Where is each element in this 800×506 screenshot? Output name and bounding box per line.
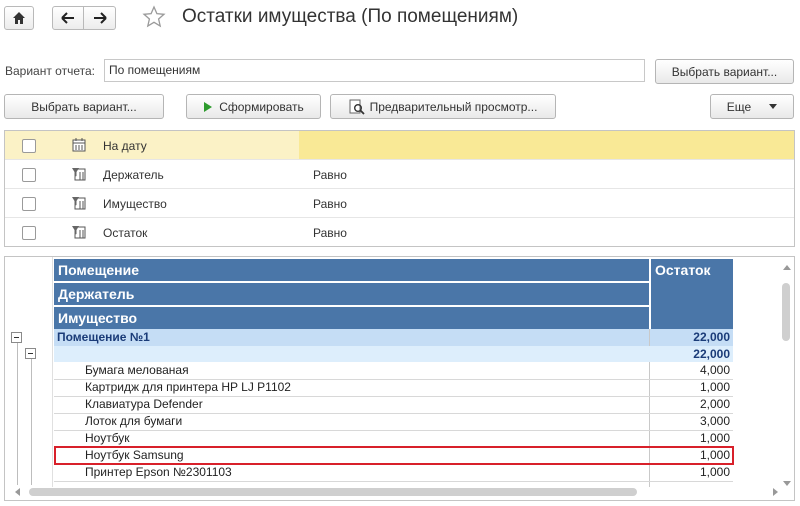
group-room-name: Помещение №1 xyxy=(57,330,150,344)
filter-field-icon xyxy=(72,197,86,210)
settings-condition: Равно xyxy=(313,168,347,182)
item-name: Бумага мелованая xyxy=(85,363,189,377)
report-settings-table: На дату Держатель Равно Имущество Равно … xyxy=(4,130,795,247)
group-row-holder xyxy=(54,346,733,362)
settings-name: Имущество xyxy=(103,197,167,211)
settings-row-holder[interactable]: Держатель Равно xyxy=(5,160,794,189)
horizontal-scroll-thumb[interactable] xyxy=(29,488,637,496)
item-value: 4,000 xyxy=(699,363,730,377)
header-holder: Держатель xyxy=(54,283,649,306)
item-name: Ноутбук xyxy=(85,431,130,445)
forward-button[interactable] xyxy=(84,6,116,30)
item-value: 1,000 xyxy=(699,465,730,479)
settings-row-property[interactable]: Имущество Равно xyxy=(5,189,794,218)
calendar-icon xyxy=(72,138,86,152)
header-balance: Остаток xyxy=(650,259,733,329)
group-holder-value: 22,000 xyxy=(693,347,730,361)
settings-condition: Равно xyxy=(313,197,347,211)
highlight-box xyxy=(54,446,734,465)
scroll-left-icon[interactable] xyxy=(15,488,20,496)
header-property: Имущество xyxy=(54,307,649,329)
home-button[interactable] xyxy=(4,6,34,30)
settings-row-date[interactable]: На дату xyxy=(5,131,794,160)
settings-row-balance[interactable]: Остаток Равно xyxy=(5,218,794,247)
group-room-value: 22,000 xyxy=(693,330,730,344)
scroll-up-icon[interactable] xyxy=(783,265,791,270)
item-name: Принтер Epson №2301103 xyxy=(85,465,232,479)
item-value: 1,000 xyxy=(699,380,730,394)
settings-checkbox[interactable] xyxy=(22,226,36,240)
vertical-scroll-thumb[interactable] xyxy=(782,283,790,341)
more-button[interactable]: Еще xyxy=(710,94,794,119)
header-room: Помещение xyxy=(54,259,649,282)
settings-name: На дату xyxy=(103,139,147,153)
variant-field[interactable]: По помещениям xyxy=(104,59,645,82)
vertical-scrollbar[interactable] xyxy=(781,265,791,480)
filter-field-icon xyxy=(72,226,86,239)
scroll-right-icon[interactable] xyxy=(773,488,778,496)
star-icon[interactable] xyxy=(142,5,166,29)
group-row-room xyxy=(54,329,733,346)
settings-checkbox[interactable] xyxy=(22,139,36,153)
generate-button[interactable]: Сформировать xyxy=(186,94,321,119)
report-output[interactable]: Помещение Держатель Имущество Остаток По… xyxy=(4,256,795,501)
preview-label: Предварительный просмотр... xyxy=(369,99,538,114)
collapse-holder-toggle[interactable] xyxy=(25,348,36,359)
settings-condition: Равно xyxy=(313,226,347,240)
item-name: Клавиатура Defender xyxy=(85,397,203,411)
variant-label: Вариант отчета: xyxy=(5,64,95,78)
back-button[interactable] xyxy=(52,6,84,30)
settings-checkbox[interactable] xyxy=(22,168,36,182)
filter-field-icon xyxy=(72,168,86,181)
play-icon xyxy=(204,101,213,112)
choose-variant-button[interactable]: Выбрать вариант... xyxy=(4,94,164,119)
scroll-down-icon[interactable] xyxy=(783,481,791,486)
item-value: 1,000 xyxy=(699,431,730,445)
item-name: Картридж для принтера HP LJ P1102 xyxy=(85,380,291,394)
settings-name: Остаток xyxy=(103,226,148,240)
item-value: 2,000 xyxy=(699,397,730,411)
item-value: 3,000 xyxy=(699,414,730,428)
arrow-right-icon xyxy=(93,12,107,24)
generate-label: Сформировать xyxy=(219,99,304,114)
settings-checkbox[interactable] xyxy=(22,197,36,211)
collapse-room-toggle[interactable] xyxy=(11,332,22,343)
page-title: Остатки имущества (По помещениям) xyxy=(182,6,519,27)
more-label: Еще xyxy=(726,99,752,114)
preview-icon xyxy=(349,99,365,115)
arrow-left-icon xyxy=(61,12,74,24)
item-name: Лоток для бумаги xyxy=(85,414,183,428)
preview-button[interactable]: Предварительный просмотр... xyxy=(330,94,556,119)
choose-variant-top-button[interactable]: Выбрать вариант... xyxy=(655,59,794,84)
settings-name: Держатель xyxy=(103,168,164,182)
chevron-down-icon xyxy=(769,104,778,109)
home-icon xyxy=(13,12,25,24)
